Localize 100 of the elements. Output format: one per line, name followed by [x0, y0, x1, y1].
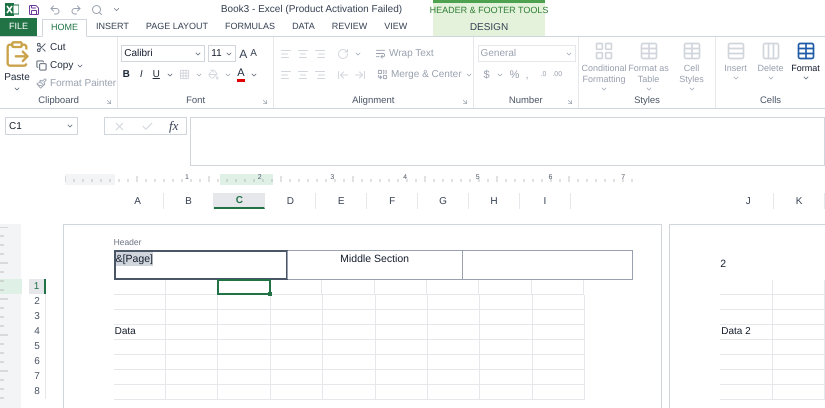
grid-cell[interactable] — [322, 280, 375, 295]
grid-cell[interactable] — [114, 385, 166, 400]
grid-cell[interactable] — [218, 310, 271, 325]
header-section[interactable]: &[Page] — [114, 251, 287, 279]
font-size-field[interactable]: 11 — [208, 45, 236, 62]
ribbon-tab[interactable]: FORMULAS — [224, 18, 276, 36]
save-icon[interactable] — [28, 4, 40, 16]
grid-cell[interactable] — [426, 280, 480, 295]
grid-cell[interactable] — [218, 370, 271, 385]
grid-cell[interactable] — [323, 310, 376, 325]
grid-cell[interactable] — [480, 340, 533, 355]
column-header[interactable]: H — [468, 193, 520, 209]
redo-icon[interactable] — [70, 4, 82, 16]
grid-cell[interactable] — [270, 325, 324, 340]
grid-cell[interactable] — [218, 355, 271, 370]
grid-cell[interactable] — [270, 370, 324, 385]
grid-cell[interactable] — [772, 340, 825, 355]
dialog-launcher-icon[interactable] — [566, 98, 574, 106]
grid-cell[interactable] — [270, 310, 324, 325]
column-header[interactable]: G — [418, 193, 469, 209]
grid-cell[interactable] — [532, 385, 586, 400]
column-header[interactable]: C — [214, 193, 266, 209]
grid-cell[interactable] — [532, 370, 586, 385]
grid-cell[interactable] — [480, 325, 533, 340]
grid-cell[interactable] — [532, 280, 584, 295]
grid-cell[interactable] — [428, 295, 480, 310]
grid-cell[interactable] — [166, 295, 218, 310]
grid-cell[interactable] — [720, 355, 773, 370]
grid-cell[interactable] — [376, 370, 428, 385]
column-header[interactable]: A — [112, 193, 164, 209]
grid-cell[interactable] — [323, 325, 376, 340]
grid-cell[interactable] — [772, 385, 825, 400]
grid-cell[interactable] — [376, 295, 428, 310]
grid-cell[interactable] — [772, 280, 825, 295]
grid-cell[interactable] — [532, 340, 586, 355]
grid-cell[interactable] — [323, 385, 376, 400]
grid-cell[interactable] — [480, 385, 533, 400]
grid-cell[interactable] — [480, 295, 533, 310]
italic-button[interactable]: I — [136, 67, 146, 82]
font-name-field[interactable]: Calibri — [121, 45, 206, 62]
grid-cell[interactable] — [532, 295, 586, 310]
grid-cell[interactable] — [166, 310, 218, 325]
shrink-font-button[interactable]: A — [250, 48, 257, 58]
column-header[interactable]: K — [774, 193, 825, 209]
grid-cell[interactable] — [114, 340, 166, 355]
grid-cell[interactable] — [270, 295, 324, 310]
grid-cell[interactable]: Data 2 — [720, 325, 773, 340]
grid-cell[interactable] — [323, 340, 376, 355]
grid-cell[interactable] — [323, 355, 376, 370]
bottom-align-icon[interactable] — [314, 48, 326, 60]
column-header[interactable]: J — [723, 193, 774, 209]
underline-button[interactable]: U — [151, 67, 162, 82]
column-header[interactable]: D — [265, 193, 316, 209]
dialog-launcher-icon[interactable] — [460, 98, 469, 106]
grid-cell[interactable] — [270, 385, 324, 400]
grid-cell[interactable] — [720, 280, 773, 295]
grid-cell[interactable] — [166, 370, 218, 385]
grid-cell[interactable] — [428, 370, 480, 385]
grid-cell[interactable] — [323, 295, 376, 310]
ribbon-tab[interactable]: REVIEW — [330, 18, 368, 36]
grid-cell[interactable] — [323, 370, 376, 385]
grid-cell[interactable] — [270, 280, 322, 295]
dialog-launcher-icon[interactable] — [105, 98, 114, 106]
align-center-icon[interactable] — [296, 68, 309, 80]
ribbon-tab[interactable]: VIEW — [383, 18, 408, 36]
grid-cell[interactable] — [772, 325, 825, 340]
ribbon-tab[interactable]: INSERT — [95, 18, 130, 36]
column-header[interactable]: I — [520, 193, 571, 209]
font-color-button[interactable]: A — [237, 68, 245, 82]
ribbon-button[interactable]: Format — [789, 41, 822, 95]
grid-cell[interactable] — [480, 355, 533, 370]
grid-cell[interactable] — [720, 385, 773, 400]
active-cell[interactable] — [217, 279, 271, 295]
grid-cell[interactable] — [114, 295, 166, 310]
grid-cell[interactable] — [720, 370, 773, 385]
grid-cell[interactable] — [720, 340, 773, 355]
ribbon-tab[interactable]: FILE — [0, 18, 38, 36]
dialog-launcher-icon[interactable] — [260, 98, 269, 106]
row-header[interactable]: 6 — [28, 354, 46, 369]
increase-indent-icon[interactable] — [354, 68, 366, 80]
grid-cell[interactable] — [376, 340, 428, 355]
bold-button[interactable]: B — [121, 67, 132, 82]
grid-cell[interactable] — [376, 325, 428, 340]
grid-cell[interactable] — [114, 310, 166, 325]
grid-cell[interactable] — [532, 310, 586, 325]
grid-cell[interactable] — [376, 385, 428, 400]
cancel-icon[interactable] — [112, 120, 126, 132]
fill-color-icon[interactable] — [208, 69, 220, 80]
grid-cell[interactable] — [374, 280, 427, 295]
row-header[interactable]: 8 — [28, 384, 46, 399]
grid-cell[interactable] — [376, 355, 428, 370]
grid-cell[interactable] — [772, 310, 825, 325]
header-section[interactable]: Middle Section — [286, 251, 462, 279]
print-preview-icon[interactable] — [91, 4, 103, 16]
row-header[interactable]: 5 — [28, 339, 46, 354]
undo-icon[interactable] — [49, 4, 61, 16]
enter-icon[interactable] — [140, 120, 154, 132]
row-header[interactable]: 7 — [28, 369, 46, 384]
copy-button[interactable]: Copy — [36, 58, 116, 73]
grid-cell[interactable] — [720, 310, 773, 325]
